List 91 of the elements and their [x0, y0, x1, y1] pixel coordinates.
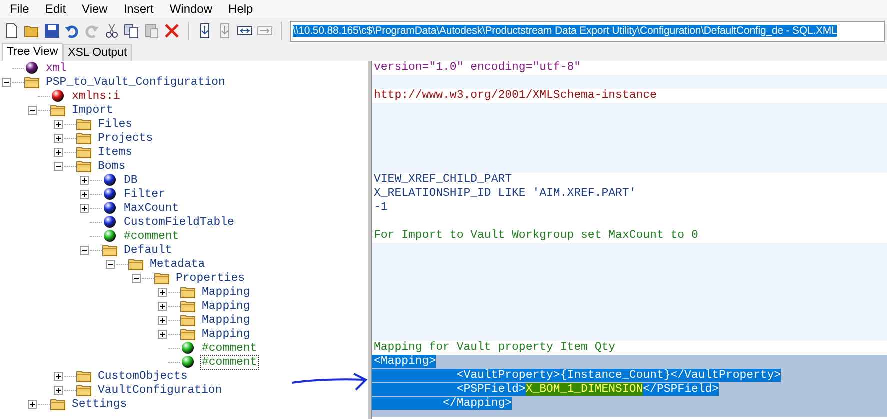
tree-node-label[interactable]: xml [44, 60, 69, 76]
expander-icon[interactable] [54, 162, 63, 170]
tree-node-label[interactable]: xmlns:i [70, 88, 122, 104]
folder-icon [76, 117, 92, 131]
folder-icon [50, 103, 66, 117]
tree-node-label[interactable]: #comment [200, 340, 260, 356]
tree-node-label[interactable]: DB [122, 172, 140, 188]
undo-icon[interactable] [64, 23, 80, 39]
expander-icon[interactable] [80, 176, 89, 184]
tree-node-label[interactable]: Metadata [148, 256, 208, 272]
tree-node-label[interactable]: Settings [70, 396, 130, 412]
tree-node-label[interactable]: Filter [122, 186, 168, 202]
node-value: X_RELATIONSHIP_ID LIKE 'AIM.XREF.PART' [374, 187, 636, 200]
expander-icon[interactable] [28, 400, 37, 408]
expander-icon[interactable] [2, 78, 11, 86]
folder-icon [76, 131, 92, 145]
tree-node-label[interactable]: PSP_to_Vault_Configuration [44, 74, 228, 90]
tree-node-label[interactable]: VaultConfiguration [96, 382, 224, 398]
tree-node-label[interactable]: Properties [174, 270, 248, 286]
tree-node-label[interactable]: Mapping [200, 326, 252, 342]
tree-node-label[interactable]: Mapping [200, 312, 252, 328]
sphere-icon [102, 201, 118, 215]
folder-icon [76, 369, 92, 383]
sphere-icon [180, 341, 196, 355]
tree-node-label[interactable]: #comment [200, 354, 260, 370]
expander-icon[interactable] [80, 204, 89, 212]
expander-icon[interactable] [54, 386, 63, 394]
folder-icon [76, 145, 92, 159]
expander-icon[interactable] [54, 134, 63, 142]
menu-item[interactable]: Window [162, 2, 221, 16]
expander-icon[interactable] [54, 120, 63, 128]
folder-icon [24, 75, 40, 89]
node-value: version="1.0" encoding="utf-8" [374, 61, 582, 74]
menu-item[interactable]: View [74, 2, 116, 16]
folder-icon [102, 243, 118, 257]
sphere-icon [50, 89, 66, 103]
node-value: For Import to Vault Workgroup set MaxCount to 0 [374, 229, 698, 242]
expander-icon[interactable] [80, 190, 89, 198]
folder-icon [180, 285, 196, 299]
sphere-icon [24, 61, 40, 75]
node-value: -1 [374, 201, 388, 214]
menu-item[interactable]: Edit [37, 2, 74, 16]
expander-icon[interactable] [158, 330, 167, 338]
expander-icon[interactable] [158, 316, 167, 324]
expander-icon[interactable] [106, 260, 115, 268]
expander-icon[interactable] [158, 288, 167, 296]
tree-node-label[interactable]: #comment [122, 228, 182, 244]
tree-node-label[interactable]: Items [96, 144, 135, 160]
tab[interactable]: XSL Output [63, 44, 132, 61]
tree-node-label[interactable]: Mapping [200, 284, 252, 300]
folder-icon [128, 257, 144, 271]
folder-icon [180, 327, 196, 341]
folder-icon [76, 383, 92, 397]
tree-node-label[interactable]: Import [70, 102, 116, 118]
save-icon[interactable] [44, 23, 60, 39]
tree-node-label[interactable]: Mapping [200, 298, 252, 314]
folder-icon [50, 397, 66, 411]
node-value: VIEW_XREF_CHILD_PART [374, 173, 512, 186]
copy-icon[interactable] [124, 23, 140, 39]
node-value: http://www.w3.org/2001/XMLSchema-instance [374, 89, 657, 102]
sphere-icon [102, 173, 118, 187]
folder-icon [154, 271, 170, 285]
expander-icon[interactable] [54, 148, 63, 156]
tree-node-label[interactable]: Files [96, 116, 135, 132]
tree-node-label[interactable]: Projects [96, 130, 156, 146]
sphere-icon [102, 229, 118, 243]
tree-node-label[interactable]: Boms [96, 158, 128, 174]
folder-icon [180, 299, 196, 313]
tab[interactable]: Tree View [2, 43, 64, 61]
node-value: Mapping for Vault property Item Qty [374, 341, 616, 354]
expander-icon[interactable] [28, 106, 37, 114]
menu-item[interactable]: Insert [116, 2, 162, 16]
tree-node-label[interactable]: MaxCount [122, 200, 182, 216]
folder-icon [76, 159, 92, 173]
tree-node-label[interactable]: Default [122, 242, 174, 258]
sphere-icon [102, 187, 118, 201]
sphere-icon [102, 215, 118, 229]
folder-icon [180, 313, 196, 327]
delete-icon[interactable] [164, 23, 180, 39]
new-file-icon[interactable] [4, 23, 20, 39]
address-field[interactable]: \\10.50.88.165\c$\ProgramData\Autodesk\Productstream Data Export Utility\Configuration\DefaultConfig_de - SQL.XML [290, 20, 885, 42]
expander-icon[interactable] [80, 246, 89, 254]
menu-item[interactable]: Help [220, 2, 262, 16]
cut-icon[interactable] [104, 23, 120, 39]
expander-icon[interactable] [132, 274, 141, 282]
sphere-icon [180, 355, 196, 369]
expander-icon[interactable] [54, 372, 63, 380]
tree-node-label[interactable]: CustomObjects [96, 368, 190, 384]
tree-node-label[interactable]: CustomFieldTable [122, 214, 236, 230]
expander-icon[interactable] [158, 302, 167, 310]
menu-item[interactable]: File [2, 2, 38, 16]
